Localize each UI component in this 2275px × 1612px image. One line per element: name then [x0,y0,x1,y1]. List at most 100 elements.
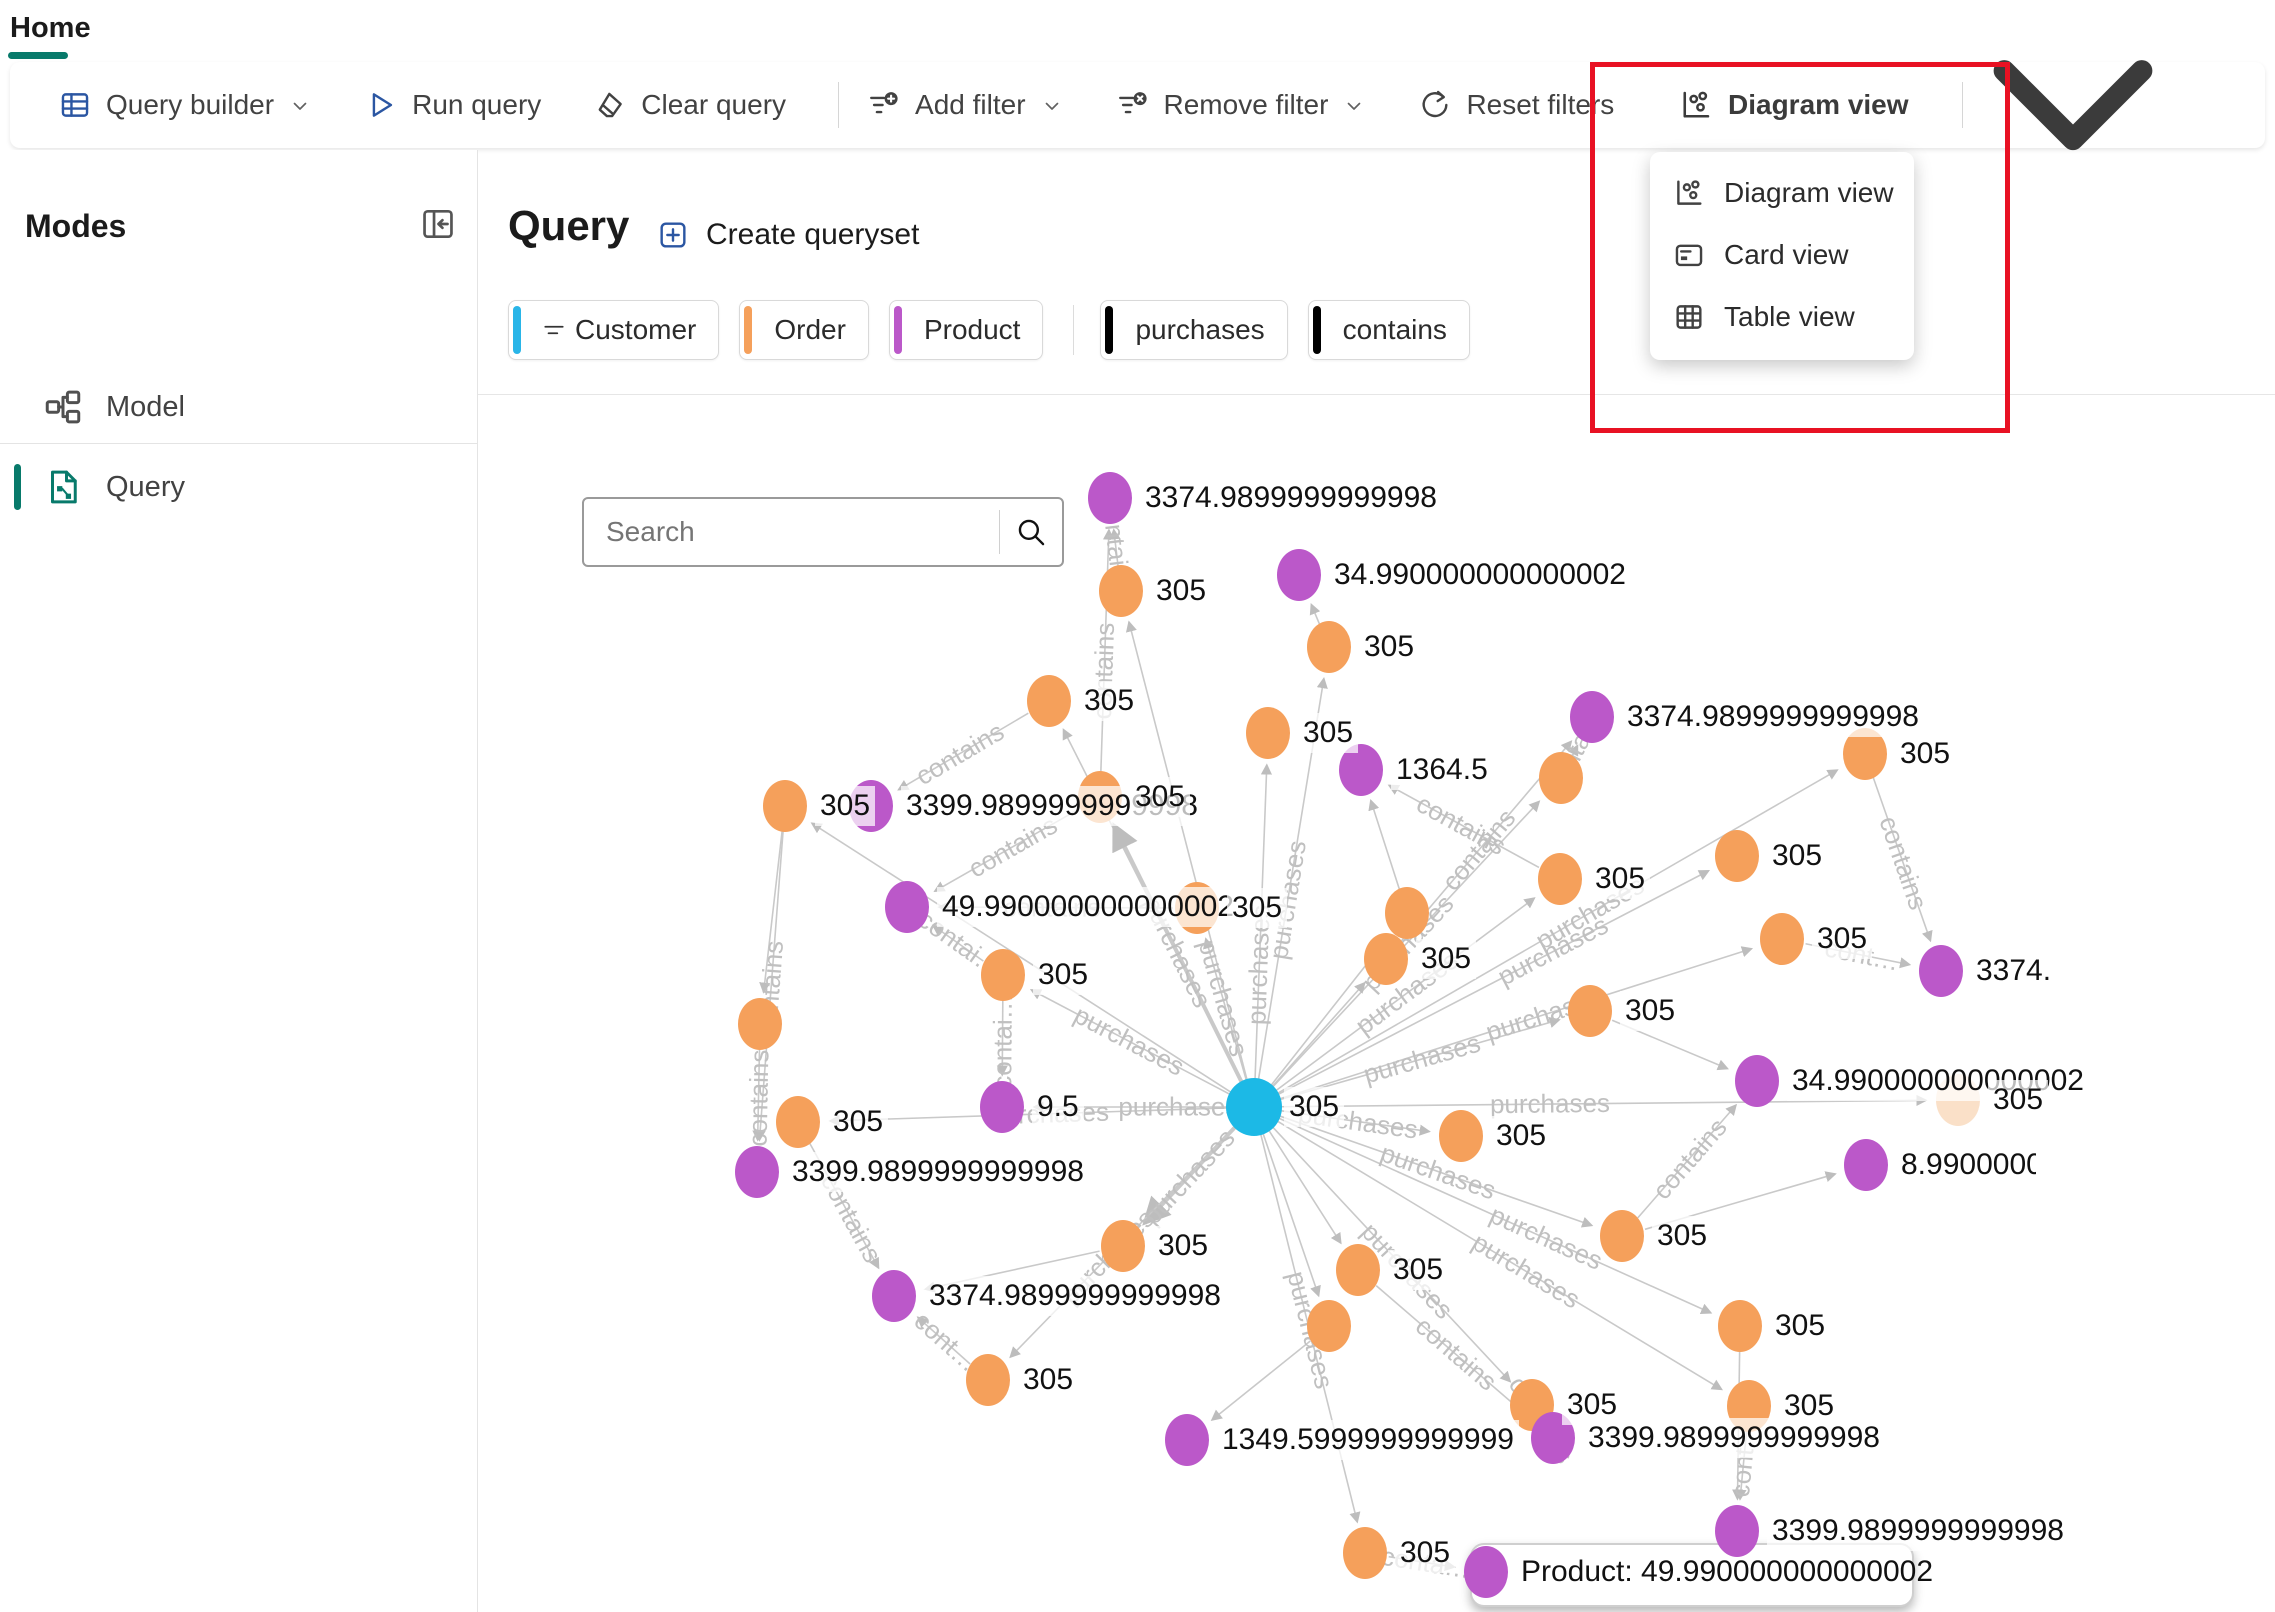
node-label: 305 [1359,627,1419,667]
graph-node-product[interactable] [849,780,893,832]
graph-node-order[interactable] [776,1096,820,1148]
graph-node-product[interactable] [872,1270,916,1322]
graph-node-order[interactable] [1307,1300,1351,1352]
graph-node-product[interactable] [1735,1055,1779,1107]
graph-node-order[interactable] [1385,887,1429,939]
graph-node-order[interactable] [1343,1527,1387,1579]
graph-node-order[interactable] [1760,913,1804,965]
chip-color-bar [894,306,902,354]
reset-filters-button[interactable]: Reset filters [1418,88,1614,122]
graph-node-order[interactable] [1715,830,1759,882]
graph-edge [1270,983,1365,1089]
graph-node-order[interactable] [1538,853,1582,905]
graph-node-order[interactable] [1843,728,1887,780]
graph-edge [1002,999,1003,1075]
graph-edge [1275,1119,1722,1389]
graph-node-product[interactable] [1339,744,1383,796]
graph-node-order[interactable] [1364,933,1408,985]
sidebar-item-model[interactable]: Model [0,376,477,438]
menu-item-label: Card view [1724,239,1848,271]
chip-color-bar [1105,306,1113,354]
graph-node-order[interactable] [1027,675,1071,727]
edge-label: contains [1409,1311,1503,1398]
graph-node-order[interactable] [1600,1210,1644,1262]
query-builder-button[interactable]: Query builder [58,88,312,122]
graph-node-order[interactable] [1307,621,1351,673]
edge-label: purchases [1467,1227,1586,1316]
tab-home[interactable]: Home [10,12,91,45]
legend-chip-contains[interactable]: contains [1308,300,1470,360]
search-icon[interactable] [1014,515,1048,549]
legend-chip-product[interactable]: Product [889,300,1044,360]
graph-node-order[interactable] [1539,752,1583,804]
graph-node-order[interactable] [1936,1074,1980,1126]
node-label: 3374.9899999999998 [1622,697,1924,737]
chevron-down-icon [1923,0,2223,259]
node-label: 305 [1770,1306,1830,1346]
graph-node-product[interactable] [980,1081,1024,1133]
diagram-view-button[interactable]: Diagram view [1678,62,2223,148]
graph-node-order[interactable] [1099,565,1143,617]
graph-node-order[interactable] [738,998,782,1050]
edge-label: purchases [988,1096,1109,1131]
graph-node-order[interactable] [981,949,1025,1001]
add-filter-button[interactable]: Add filter [867,88,1064,122]
clear-query-button[interactable]: Clear query [593,88,786,122]
sidebar-item-query[interactable]: Query [0,456,477,518]
play-icon [364,88,398,122]
graph-node-order[interactable] [1727,1380,1771,1432]
node-label: 49.990000000000002 [937,887,1239,927]
graph-node-order[interactable] [1101,1220,1145,1272]
node-label: 305 [1227,888,1287,928]
graph-edge [899,713,1029,790]
menu-diagram-view[interactable]: Diagram view [1650,162,1914,224]
graph-node-product[interactable] [1844,1139,1888,1191]
node-label: 3399.9899999999998 [1583,1418,1885,1458]
node-label: 8.990000000 [1896,1145,2036,1185]
graph-edge [1402,741,1572,940]
graph-node-order[interactable] [1336,1244,1380,1296]
graph-node-order[interactable] [1568,985,1612,1037]
filter-icon [541,317,567,343]
legend-chip-purchases[interactable]: purchases [1100,300,1287,360]
edge-label: contains [1502,1371,1580,1469]
graph-node-order[interactable] [1510,1379,1554,1431]
edge-label: contains [1646,1112,1733,1205]
graph-node-order[interactable] [966,1354,1010,1406]
edge-label: cont. [1725,1439,1761,1498]
graph-node-product[interactable] [1277,549,1321,601]
search-input[interactable] [584,515,999,549]
node-label: 1364.5 [1391,750,1493,790]
legend-chip-order[interactable]: Order [739,300,869,360]
menu-table-view[interactable]: Table view [1650,286,1914,348]
graph-node-order[interactable] [1718,1300,1762,1352]
graph-node-product[interactable] [885,881,929,933]
reset-filters-label: Reset filters [1466,89,1614,121]
create-queryset-button[interactable]: Create queryset [656,218,919,252]
graph-node-product[interactable] [735,1146,779,1198]
edge-label: contains [814,1168,888,1268]
legend-chip-customer[interactable]: Customer [508,300,719,360]
graph-node-order[interactable] [763,780,807,832]
graph-node-order[interactable] [1439,1110,1483,1162]
run-query-button[interactable]: Run query [364,88,541,122]
graph-node-order[interactable] [1078,771,1122,823]
graph-node-order[interactable] [1246,707,1290,759]
chip-color-bar [1313,306,1321,354]
collapse-panel-icon[interactable] [419,205,457,243]
graph-node-product[interactable] [1088,472,1132,524]
graph-node-product[interactable] [1570,691,1614,743]
graph-node-customer[interactable] [1226,1078,1282,1136]
graph-node-product[interactable] [1165,1414,1209,1466]
node-label: 3374. [1971,951,2056,991]
menu-card-view[interactable]: Card view [1650,224,1914,286]
graph-edge [1278,1110,1430,1131]
graph-node-order[interactable] [1175,882,1219,934]
node-label: 305 [1033,955,1093,995]
edge-label: purchases [1530,869,1649,956]
remove-filter-button[interactable]: Remove filter [1116,88,1367,122]
graph-edge [1275,770,1838,1095]
graph-node-product[interactable] [1531,1412,1575,1464]
graph-edge [935,809,1079,891]
graph-node-product[interactable] [1919,945,1963,997]
